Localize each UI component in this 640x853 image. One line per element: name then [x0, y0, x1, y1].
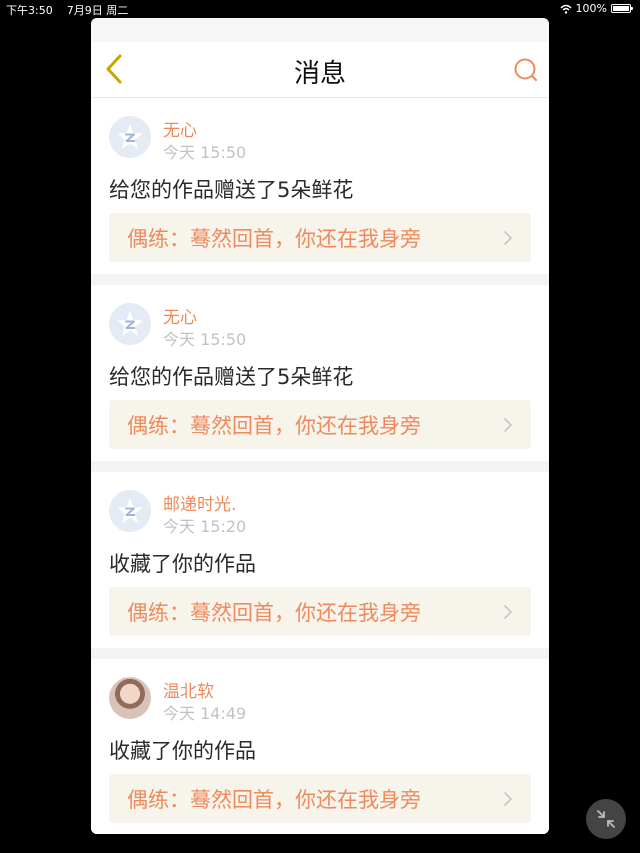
back-button[interactable]	[99, 52, 129, 86]
message-text: 给您的作品赠送了5朵鲜花	[109, 178, 354, 202]
chevron-right-icon	[503, 230, 513, 246]
status-date: 7月9日 周二	[66, 4, 129, 17]
work-title: 偶练：蓦然回首，你还在我身旁	[127, 413, 421, 438]
battery-percent: 100%	[575, 2, 607, 15]
default-avatar-icon	[109, 116, 151, 158]
battery-icon	[611, 4, 633, 13]
chevron-right-icon	[503, 791, 513, 807]
user-name[interactable]: 温北软	[163, 677, 214, 702]
message-card[interactable]: 无心 今天 15:50 给您的作品赠送了5朵鲜花 偶练：蓦然回首，你还在我身旁	[91, 98, 549, 274]
message-card[interactable]: 无心 今天 15:50 给您的作品赠送了5朵鲜花 偶练：蓦然回首，你还在我身旁	[91, 285, 549, 461]
message-time: 今天 14:49	[163, 704, 247, 723]
work-link[interactable]: 偶练：蓦然回首，你还在我身旁	[109, 400, 531, 449]
work-link[interactable]: 偶练：蓦然回首，你还在我身旁	[109, 587, 531, 636]
status-time-date: 下午3:50 7月9日 周二	[6, 2, 128, 18]
user-name[interactable]: 无心	[163, 303, 197, 328]
message-time: 今天 15:20	[163, 517, 247, 536]
collapse-arrows-icon	[597, 810, 615, 828]
avatar[interactable]	[109, 116, 151, 158]
status-bar: 下午3:50 7月9日 周二 100%	[0, 0, 640, 18]
message-card[interactable]: 温北软 今天 14:49 收藏了你的作品 偶练：蓦然回首，你还在我身旁	[91, 659, 549, 834]
work-link[interactable]: 偶练：蓦然回首，你还在我身旁	[109, 213, 531, 262]
work-link[interactable]: 偶练：蓦然回首，你还在我身旁	[109, 774, 531, 823]
default-avatar-icon	[109, 303, 151, 345]
work-title: 偶练：蓦然回首，你还在我身旁	[127, 787, 421, 812]
message-text: 给您的作品赠送了5朵鲜花	[109, 365, 354, 389]
exit-fullscreen-button[interactable]	[586, 799, 626, 839]
default-avatar-icon	[109, 490, 151, 532]
message-text: 收藏了你的作品	[109, 552, 256, 576]
nav-bar: 消息	[91, 42, 549, 98]
message-list: 无心 今天 15:50 给您的作品赠送了5朵鲜花 偶练：蓦然回首，你还在我身旁 …	[91, 98, 549, 834]
chevron-right-icon	[503, 604, 513, 620]
chevron-right-icon	[503, 417, 513, 433]
avatar[interactable]	[109, 677, 151, 719]
app-window: 消息 无心 今天 15:50 给您的作品赠送了5朵鲜花 偶练：蓦然回首，你还在我…	[91, 18, 549, 834]
avatar[interactable]	[109, 490, 151, 532]
message-text: 收藏了你的作品	[109, 739, 256, 763]
avatar[interactable]	[109, 303, 151, 345]
status-indicators: 100%	[560, 2, 633, 15]
top-strip	[91, 18, 549, 42]
work-title: 偶练：蓦然回首，你还在我身旁	[127, 600, 421, 625]
search-icon	[514, 58, 537, 81]
wifi-icon	[560, 4, 572, 14]
chevron-left-icon	[106, 54, 122, 84]
status-time: 下午3:50	[6, 4, 53, 17]
work-title: 偶练：蓦然回首，你还在我身旁	[127, 226, 421, 251]
user-name[interactable]: 邮递时光.	[163, 490, 236, 515]
user-name[interactable]: 无心	[163, 116, 197, 141]
message-time: 今天 15:50	[163, 330, 247, 349]
message-card[interactable]: 邮递时光. 今天 15:20 收藏了你的作品 偶练：蓦然回首，你还在我身旁	[91, 472, 549, 648]
page-title: 消息	[293, 59, 346, 89]
message-time: 今天 15:50	[163, 143, 247, 162]
search-button[interactable]	[511, 55, 541, 85]
